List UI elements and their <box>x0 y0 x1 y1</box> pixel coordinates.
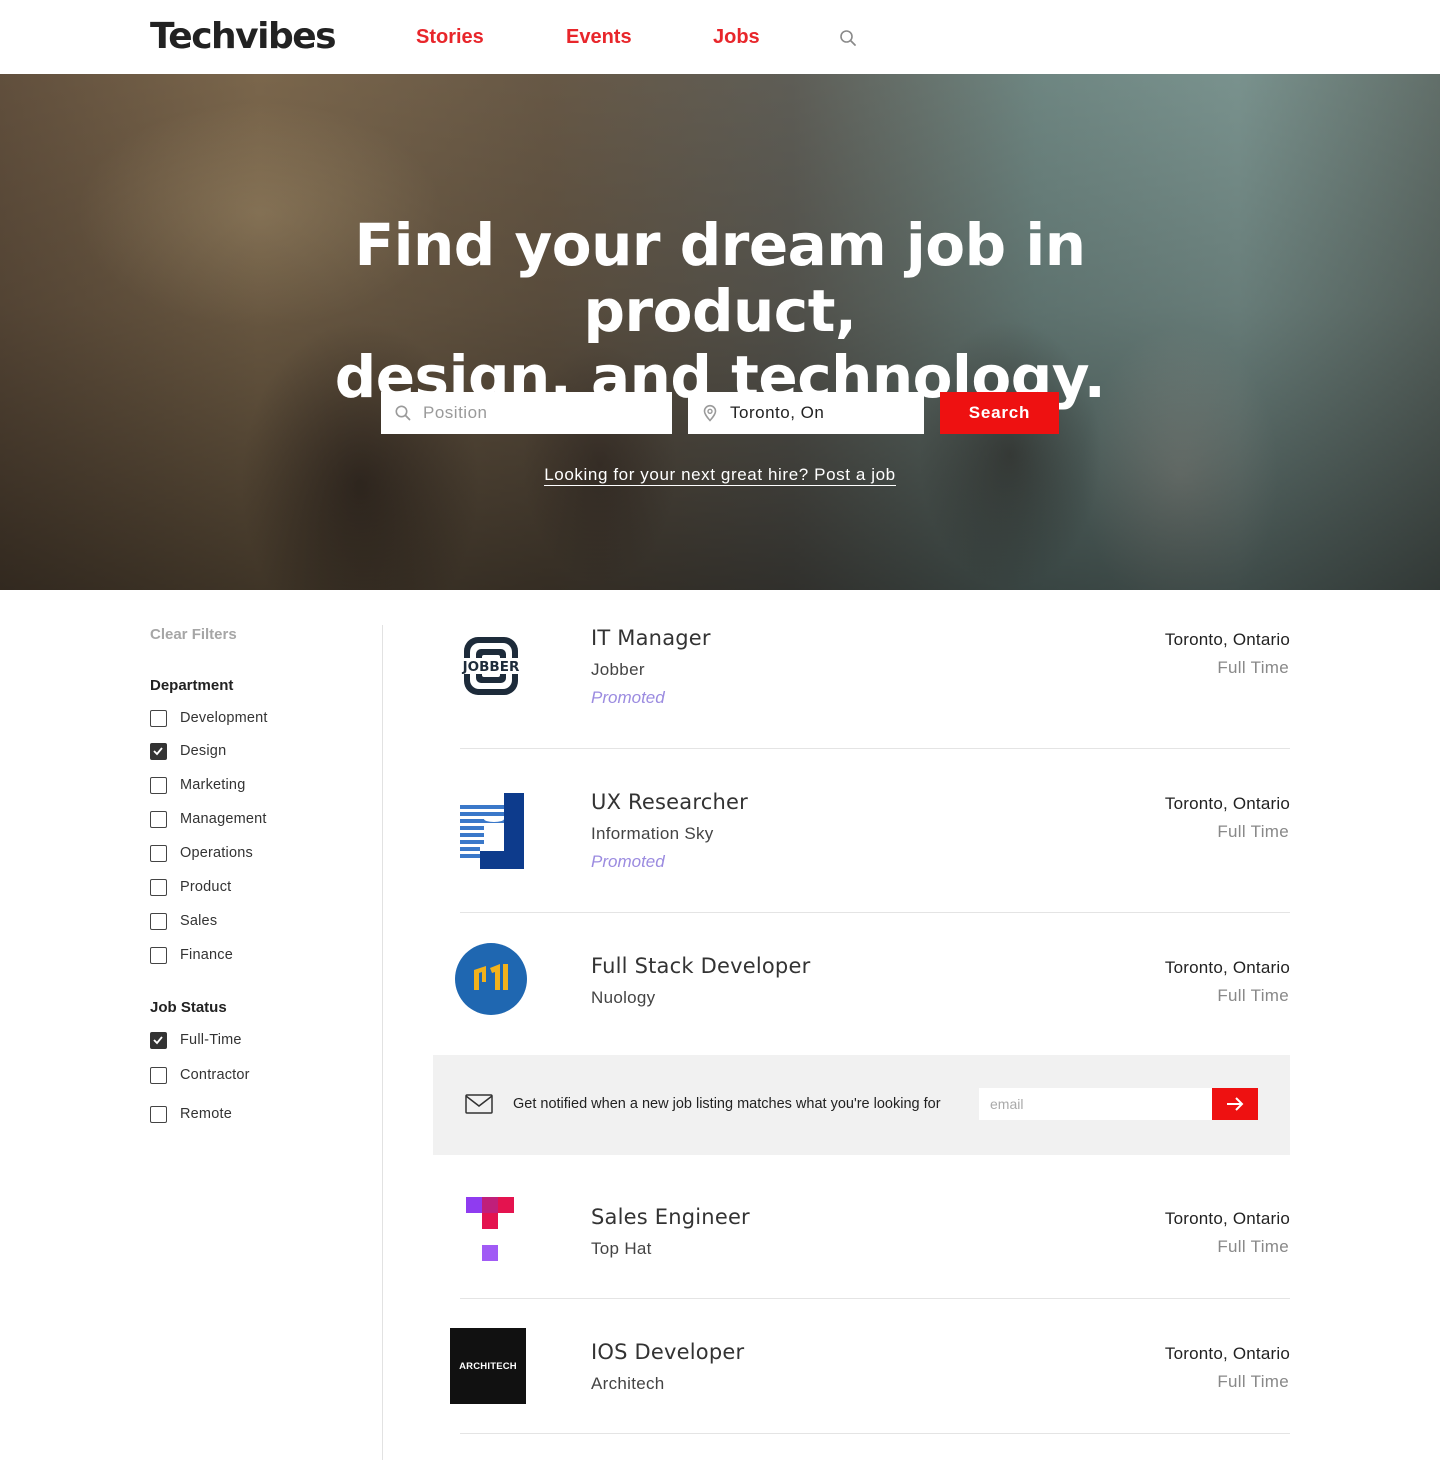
job-type: Full Time <box>1217 1237 1289 1256</box>
position-field[interactable] <box>381 392 672 434</box>
filter-status-contractor[interactable]: Contractor <box>150 1065 250 1085</box>
location-field[interactable] <box>688 392 924 434</box>
job-alert-text: Get notified when a new job listing matc… <box>513 1096 941 1112</box>
jobber-logo-text: JOBBER <box>462 659 520 675</box>
filter-label: Sales <box>180 913 218 929</box>
job-company: Jobber <box>591 660 645 679</box>
filter-label: Marketing <box>180 777 246 793</box>
checkbox[interactable] <box>150 776 167 794</box>
job-title[interactable]: IOS Developer <box>591 1340 744 1364</box>
filter-department-management[interactable]: Management <box>150 809 267 829</box>
arrow-right-icon <box>1227 1097 1244 1111</box>
checkbox[interactable] <box>150 878 167 896</box>
job-company: Nuology <box>591 988 656 1007</box>
filter-label: Finance <box>180 947 233 963</box>
checkbox[interactable] <box>150 810 167 828</box>
department-heading: Department <box>150 677 234 694</box>
checkbox[interactable] <box>150 912 167 930</box>
filter-status-remote[interactable]: Remote <box>150 1104 232 1124</box>
information-sky-logo <box>460 793 524 869</box>
job-type: Full Time <box>1217 1372 1289 1391</box>
filter-label: Full-Time <box>180 1032 242 1048</box>
sidebar-divider <box>382 625 383 1460</box>
nuology-logo <box>455 943 527 1015</box>
techvibes-logo[interactable]: Techvibes <box>150 16 337 57</box>
location-pin-icon <box>703 404 717 422</box>
nav-jobs[interactable]: Jobs <box>713 26 760 49</box>
filter-department-design[interactable]: Design <box>150 741 226 761</box>
job-title[interactable]: Sales Engineer <box>591 1205 750 1229</box>
job-company: Architech <box>591 1374 665 1393</box>
checkbox[interactable] <box>150 946 167 964</box>
job-title[interactable]: Full Stack Developer <box>591 954 810 978</box>
checkbox[interactable] <box>150 742 167 760</box>
filter-department-marketing[interactable]: Marketing <box>150 775 245 795</box>
position-input[interactable] <box>423 392 664 434</box>
checkbox[interactable] <box>150 1031 167 1049</box>
filter-department-sales[interactable]: Sales <box>150 911 217 931</box>
job-type: Full Time <box>1217 822 1289 841</box>
jobber-logo: JOBBER <box>455 637 527 695</box>
filter-department-development[interactable]: Development <box>150 708 268 728</box>
job-location: Toronto, Ontario <box>1164 1209 1290 1228</box>
job-divider <box>460 1298 1290 1299</box>
filter-label: Development <box>180 710 268 726</box>
job-location: Toronto, Ontario <box>1164 794 1290 813</box>
hero-title: Find your dream job in product, design, … <box>220 212 1220 410</box>
job-location: Toronto, Ontario <box>1164 1344 1290 1363</box>
filter-label: Product <box>180 879 232 895</box>
search-icon[interactable] <box>839 29 857 47</box>
nav-events[interactable]: Events <box>566 26 632 49</box>
job-title[interactable]: UX Researcher <box>591 790 748 814</box>
job-divider <box>460 748 1290 749</box>
promoted-label: Promoted <box>591 852 665 871</box>
checkmark-icon <box>153 1035 163 1044</box>
location-input[interactable] <box>730 392 916 434</box>
filter-label: Remote <box>180 1106 232 1122</box>
filter-department-operations[interactable]: Operations <box>150 843 253 863</box>
checkbox[interactable] <box>150 709 167 727</box>
filter-department-finance[interactable]: Finance <box>150 945 233 965</box>
job-type: Full Time <box>1217 986 1289 1005</box>
filter-department-product[interactable]: Product <box>150 877 231 897</box>
checkbox[interactable] <box>150 1066 167 1084</box>
job-location: Toronto, Ontario <box>1164 958 1290 977</box>
job-divider <box>460 912 1290 913</box>
job-type: Full Time <box>1217 658 1289 677</box>
job-location: Toronto, Ontario <box>1164 630 1290 649</box>
filter-label: Management <box>180 811 267 827</box>
search-icon <box>395 405 411 421</box>
search-button[interactable]: Search <box>940 392 1059 434</box>
job-title[interactable]: IT Manager <box>591 626 711 650</box>
job-status-heading: Job Status <box>150 999 227 1016</box>
job-divider <box>460 1433 1290 1434</box>
checkmark-icon <box>153 746 163 755</box>
post-job-link-text[interactable]: Looking for your next great hire? Post a… <box>544 465 896 486</box>
job-company: Information Sky <box>591 824 714 843</box>
job-alert-signup: Get notified when a new job listing matc… <box>433 1055 1290 1155</box>
post-job-link[interactable]: Looking for your next great hire? Post a… <box>420 465 1020 486</box>
filter-status-full-time[interactable]: Full-Time <box>150 1030 242 1050</box>
top-hat-logo <box>466 1197 514 1261</box>
subscribe-button[interactable] <box>1212 1088 1258 1120</box>
mail-icon <box>465 1094 493 1114</box>
nav-stories[interactable]: Stories <box>416 26 484 49</box>
filter-label: Operations <box>180 845 253 861</box>
job-company: Top Hat <box>591 1239 652 1258</box>
hero-title-line-1: Find your dream job in product, <box>354 211 1086 345</box>
email-input[interactable] <box>979 1088 1212 1120</box>
filter-label: Design <box>180 743 227 759</box>
site-header: Techvibes Stories Events Jobs <box>0 0 1440 74</box>
architech-logo: ARCHITECH <box>450 1328 526 1404</box>
hero-banner: Find your dream job in product, design, … <box>0 74 1440 590</box>
clear-filters-link[interactable]: Clear Filters <box>150 626 237 643</box>
filter-label: Contractor <box>180 1067 250 1083</box>
checkbox[interactable] <box>150 1105 167 1123</box>
checkbox[interactable] <box>150 844 167 862</box>
promoted-label: Promoted <box>591 688 665 707</box>
